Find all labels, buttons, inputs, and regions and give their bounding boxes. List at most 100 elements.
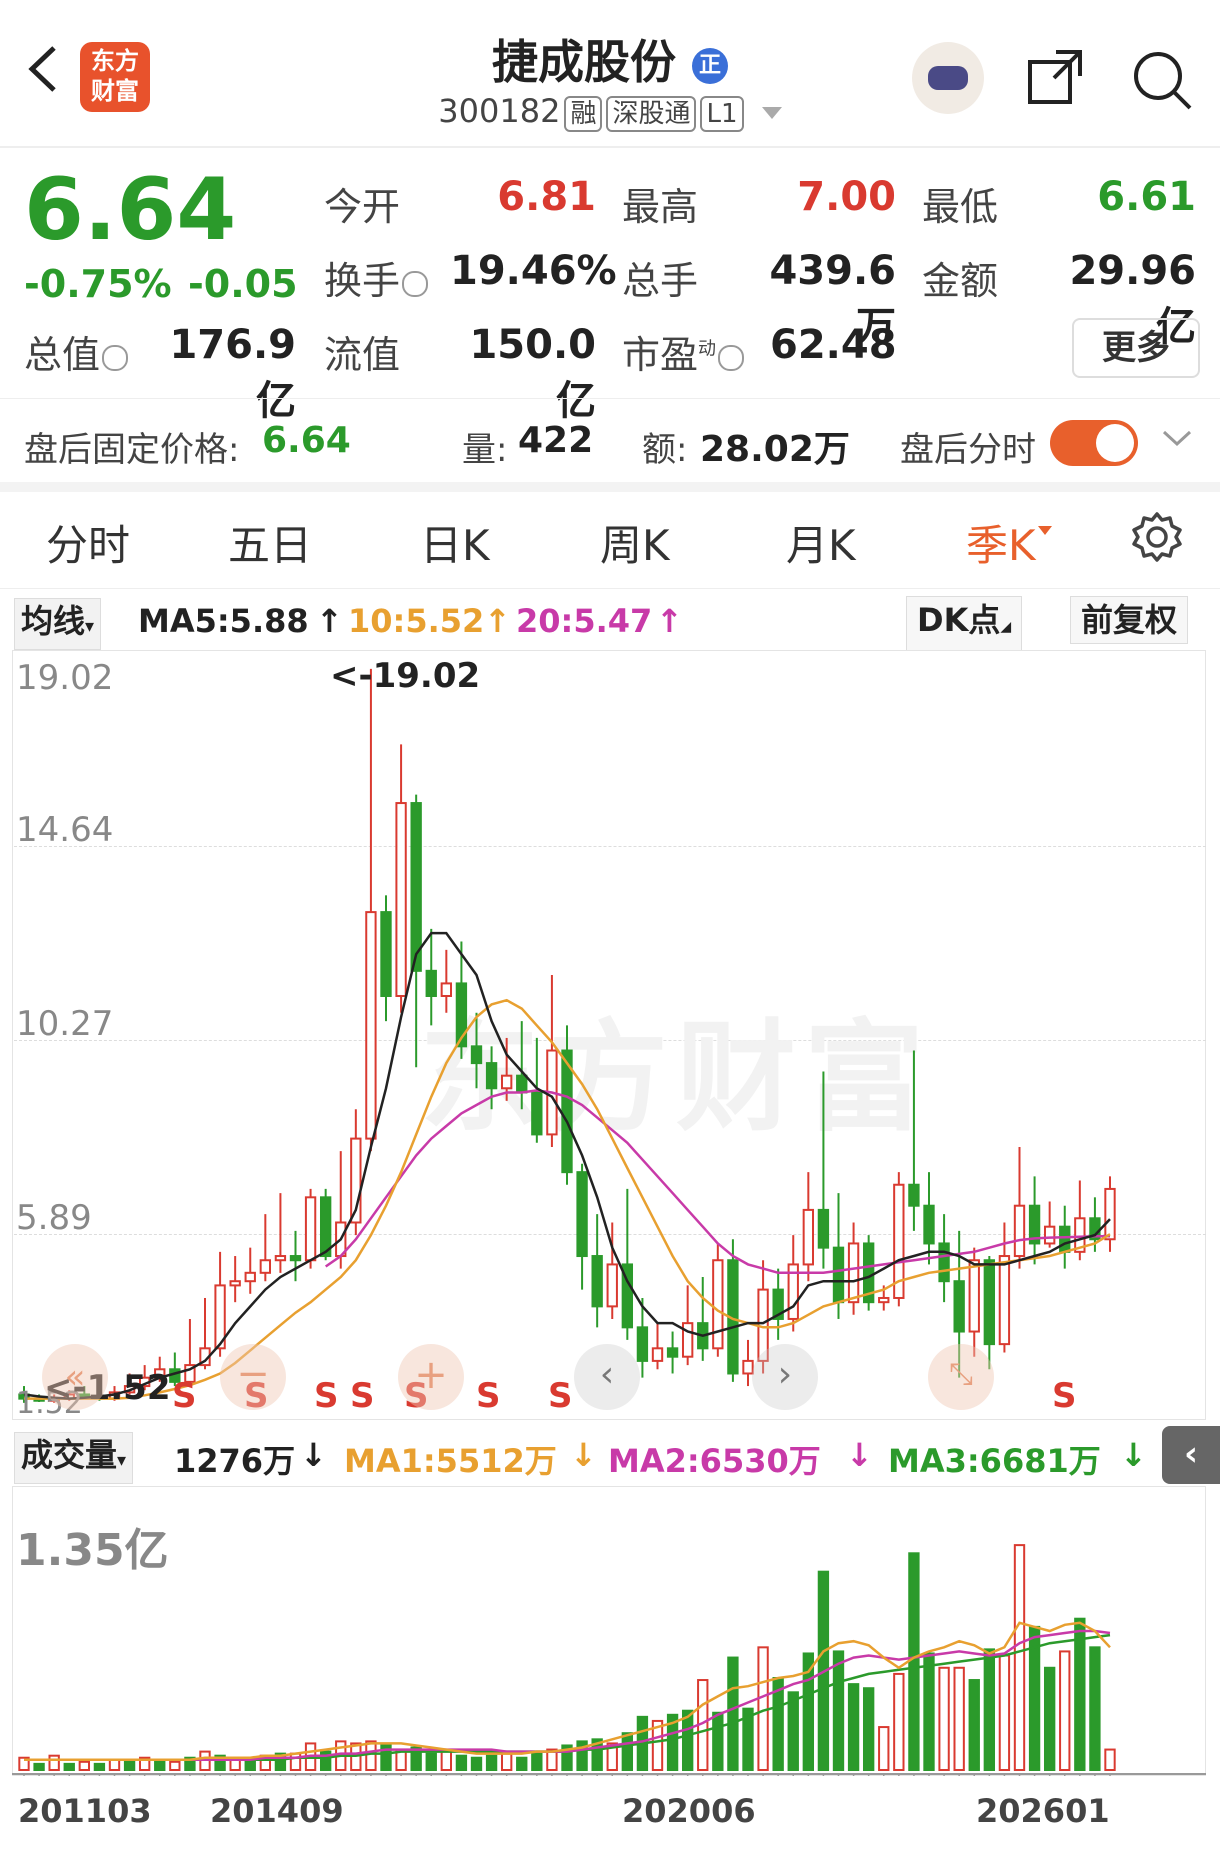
candle-body <box>908 1183 920 1207</box>
ma20-value: 20:5.47 <box>516 602 653 640</box>
sell-marker: S <box>350 1376 375 1416</box>
candle-body <box>274 1255 287 1262</box>
fullscreen-button[interactable]: ⤡ <box>928 1344 994 1410</box>
after-hours-amt-label: 额: <box>642 430 688 470</box>
candle-body <box>425 969 437 997</box>
tab-weekly[interactable]: 周K <box>600 512 670 573</box>
after-hours-toggle[interactable] <box>1050 420 1138 466</box>
info-icon[interactable] <box>718 344 745 371</box>
price-axis-label: 5.89 <box>16 1198 92 1238</box>
volume-chart[interactable]: 1.35亿 <box>0 1486 1220 1776</box>
dropdown-icon[interactable] <box>761 107 782 119</box>
volume-ma3: MA3:6681万 <box>888 1442 1101 1480</box>
candle-body <box>998 1255 1011 1346</box>
volume-label: 总手 <box>622 259 699 303</box>
candle-body <box>576 1171 588 1258</box>
candle-body <box>651 1347 664 1362</box>
volume-bar <box>455 1754 468 1772</box>
tab-monthly[interactable]: 月K <box>786 512 856 573</box>
stock-code: 300182 <box>438 92 561 130</box>
pe-label: 市盈动 <box>622 324 745 379</box>
x-tick-label: 202006 <box>622 1792 756 1830</box>
share-icon[interactable] <box>1026 48 1086 108</box>
collapse-panel-button[interactable]: ‹ <box>1162 1426 1220 1484</box>
dk-button[interactable]: DK点◢ <box>906 596 1023 651</box>
candle-body <box>817 1208 830 1249</box>
zoom-out-button[interactable]: − <box>220 1344 286 1410</box>
candle-body <box>1013 1204 1026 1258</box>
arrow-up-icon: ↑ <box>316 602 343 640</box>
tab-quarterly-label: 季K <box>966 521 1036 570</box>
volume-bar <box>169 1760 181 1772</box>
low-value: 6.61 <box>1097 174 1196 220</box>
candle-body <box>500 1074 513 1090</box>
candle-body <box>923 1204 935 1245</box>
volume-bar <box>33 1762 45 1772</box>
after-hours-vol-label: 量: <box>462 430 508 470</box>
volume-bar <box>998 1654 1011 1771</box>
more-button[interactable]: 更多 <box>1072 318 1200 378</box>
volume-bar <box>953 1666 965 1771</box>
volume-bar <box>63 1762 75 1772</box>
volume-bar <box>621 1732 634 1771</box>
candle-body <box>938 1242 950 1283</box>
volume-bar <box>878 1726 890 1771</box>
tab-five-day[interactable]: 五日 <box>228 512 312 573</box>
price-chart[interactable]: 东方财富 19.02 14.64 10.27 5.89 1.52 <-19.02… <box>0 650 1220 1421</box>
settings-gear-icon[interactable] <box>1130 510 1184 564</box>
period-tabs: 分时 五日 日K 周K 月K 季K <box>0 492 1220 592</box>
volume-bar <box>78 1760 91 1772</box>
arrow-down-icon: ↓ <box>300 1436 327 1474</box>
candle-body <box>953 1280 965 1333</box>
tag-level: L1 <box>700 96 744 132</box>
adjust-button[interactable]: 前复权 <box>1070 596 1189 644</box>
volume-bar <box>500 1752 513 1771</box>
candle-body <box>440 982 453 997</box>
volume-bar <box>93 1762 106 1772</box>
tag-margin: 融 <box>564 96 603 132</box>
volume-bar <box>1104 1748 1116 1771</box>
candle-body <box>878 1296 890 1304</box>
candle-body <box>531 1091 543 1136</box>
volume-bar <box>938 1666 950 1771</box>
badge-icon: 正 <box>692 47 728 84</box>
tab-daily[interactable]: 日K <box>420 512 490 573</box>
volume-bar <box>712 1711 724 1771</box>
volume-bar <box>365 1740 377 1771</box>
double-chevron-left-icon: « <box>64 1357 86 1397</box>
zoom-in-button[interactable]: + <box>398 1344 464 1410</box>
robot-icon <box>928 66 968 90</box>
assistant-avatar[interactable] <box>912 42 984 114</box>
turnover-value: 19.46% <box>450 248 617 294</box>
volume-bar <box>48 1754 60 1772</box>
after-hours-toggle-label: 盘后分时 <box>900 430 1036 470</box>
caret-down-icon <box>1037 526 1052 535</box>
indicator-selector[interactable]: 均线▾ <box>14 598 102 650</box>
candle-body <box>410 802 422 972</box>
next-button[interactable]: › <box>752 1344 818 1410</box>
after-hours-price-label: 盘后固定价格: <box>24 430 240 470</box>
candle-body <box>832 1246 845 1304</box>
volume-bar <box>1059 1650 1071 1771</box>
volume-bar <box>968 1679 980 1772</box>
volume-bar <box>154 1758 166 1771</box>
info-icon[interactable] <box>102 344 129 371</box>
volume-bar <box>1043 1666 1056 1771</box>
expand-chevron-icon[interactable] <box>1162 428 1192 448</box>
pe-value: 62.48 <box>770 322 897 368</box>
volume-bar <box>787 1691 799 1771</box>
volume-bar <box>681 1709 694 1771</box>
prev-button[interactable]: ‹ <box>574 1344 640 1410</box>
tab-quarterly[interactable]: 季K <box>966 512 1052 573</box>
volume-indicator-selector[interactable]: 成交量▾ <box>14 1432 134 1484</box>
search-icon[interactable] <box>1130 48 1194 112</box>
candle-body <box>229 1280 241 1287</box>
tab-intraday[interactable]: 分时 <box>46 512 130 573</box>
volume-bar <box>244 1758 256 1771</box>
caret-down-icon: ▾ <box>85 616 95 637</box>
price-axis-label: 10.27 <box>16 1004 114 1044</box>
info-icon[interactable] <box>402 270 429 297</box>
rewind-button[interactable]: « <box>42 1344 108 1410</box>
volume-bar <box>1074 1617 1086 1771</box>
volume-bar <box>727 1656 739 1771</box>
